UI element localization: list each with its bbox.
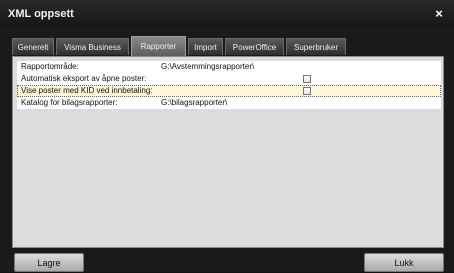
footer-bar: Lagre Lukk [0, 248, 454, 272]
dialog-window: XML oppsett × Generelt Visma Business Ra… [0, 0, 454, 272]
settings-grid: Rapportområde: G:\Avstemmingsrapporter\ … [17, 61, 441, 109]
setting-label: Vise poster med KID ved innbetaling: [21, 86, 153, 95]
tab-rapporter[interactable]: Rapporter [131, 36, 186, 56]
setting-label: Rapportområde: [21, 62, 79, 71]
setting-value[interactable]: G:\bilagsrapporter\ [161, 97, 227, 109]
setting-value[interactable]: G:\Avstemmingsrapporter\ [161, 61, 254, 73]
tab-import[interactable]: Import [188, 38, 223, 55]
setting-row-katalog-bilagsrapporter[interactable]: Katalog for bilagsrapporter: G:\bilagsra… [17, 97, 441, 109]
setting-row-automatisk-eksport[interactable]: Automatisk eksport av åpne poster: [17, 73, 441, 85]
close-button[interactable]: Lukk [364, 253, 444, 272]
save-button[interactable]: Lagre [14, 253, 84, 272]
window-title: XML oppsett [8, 8, 74, 20]
setting-checkbox[interactable] [303, 87, 311, 95]
title-bar: XML oppsett × [0, 0, 454, 28]
tab-generelt[interactable]: Generelt [12, 38, 54, 55]
setting-label: Katalog for bilagsrapporter: [21, 98, 118, 107]
setting-label: Automatisk eksport av åpne poster: [21, 74, 147, 83]
tab-poweroffice[interactable]: PowerOffice [225, 38, 284, 55]
close-icon[interactable]: × [432, 7, 446, 21]
setting-checkbox[interactable] [303, 75, 311, 83]
settings-panel: Rapportområde: G:\Avstemmingsrapporter\ … [12, 56, 444, 248]
setting-row-vise-poster-kid[interactable]: Vise poster med KID ved innbetaling: [17, 85, 441, 97]
tab-superbruker[interactable]: Superbruker [286, 38, 346, 55]
tab-visma-business[interactable]: Visma Business [56, 38, 129, 55]
setting-row-rapportomrade[interactable]: Rapportområde: G:\Avstemmingsrapporter\ [17, 61, 441, 73]
